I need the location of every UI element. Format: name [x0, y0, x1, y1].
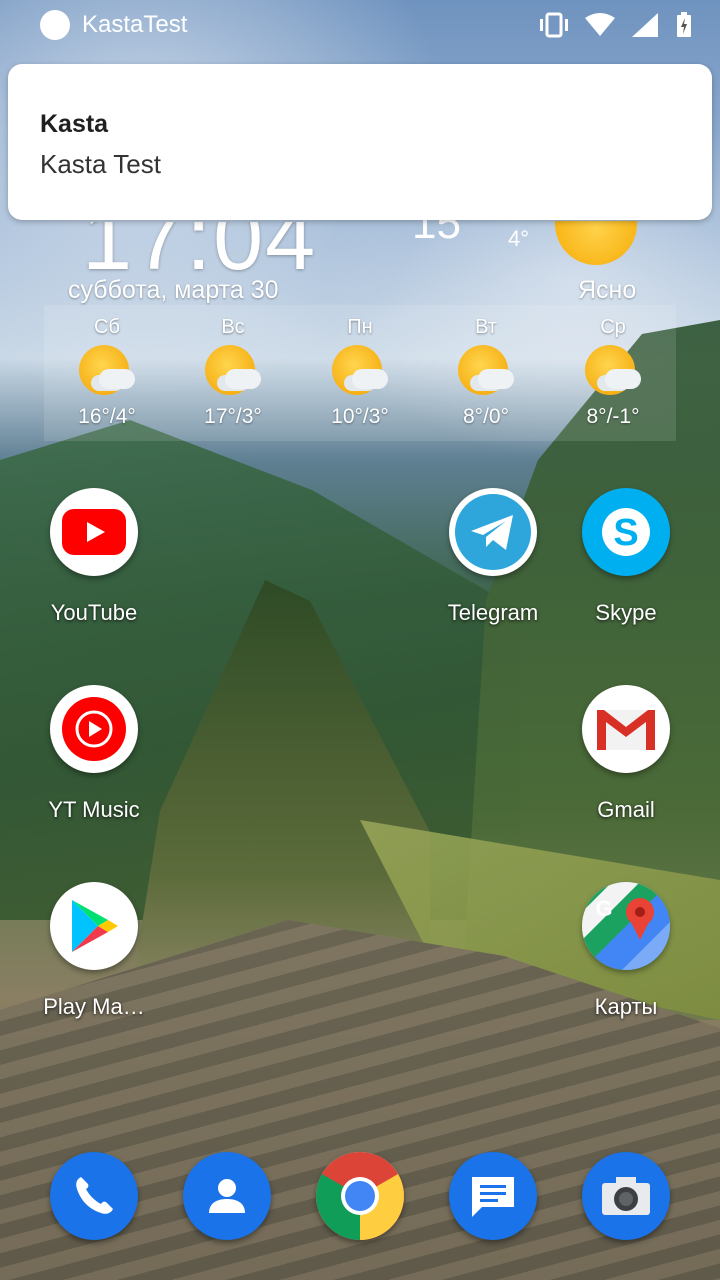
app-label: Карты: [594, 994, 658, 1019]
status-bar[interactable]: KastaTest: [0, 0, 720, 50]
app-label: Telegram: [447, 600, 539, 625]
contacts-icon[interactable]: [183, 1152, 271, 1240]
app-play-store[interactable]: Play Ma…: [24, 882, 164, 1020]
app-gmail[interactable]: Gmail: [556, 685, 696, 823]
notification-app-name: Kasta: [40, 110, 109, 138]
sun-cloud-icon: [203, 343, 263, 395]
forecast-day-label: Пн: [347, 316, 373, 338]
forecast-range: 10°/3°: [331, 405, 389, 428]
forecast-day: Ср 8°/-1°: [558, 316, 668, 429]
forecast-day: Вс 17°/3°: [178, 316, 288, 429]
status-notification-title: KastaTest: [82, 11, 188, 38]
notification-app-icon: [40, 10, 70, 40]
weather-condition: Ясно: [578, 276, 637, 304]
battery-charging-icon: [677, 12, 691, 37]
cellular-signal-icon: [632, 13, 658, 37]
forecast-range: 8°/0°: [463, 405, 509, 428]
app-label: Gmail: [597, 797, 655, 822]
yt-music-icon[interactable]: [50, 685, 138, 773]
sun-cloud-icon: [77, 343, 137, 395]
app-label: YT Music: [48, 797, 140, 822]
messages-icon[interactable]: [449, 1152, 537, 1240]
maps-icon[interactable]: G: [582, 882, 670, 970]
forecast-day: Сб 16°/4°: [52, 316, 162, 429]
wifi-icon: [585, 13, 615, 36]
heads-up-notification[interactable]: Kasta Kasta Test: [8, 64, 712, 220]
app-label: Skype: [595, 600, 657, 625]
app-skype[interactable]: S Skype: [556, 488, 696, 626]
forecast-range: 17°/3°: [204, 405, 262, 428]
app-telegram[interactable]: Telegram: [423, 488, 563, 626]
app-yt-music[interactable]: YT Music: [24, 685, 164, 823]
forecast-day-label: Вс: [221, 316, 245, 338]
gmail-icon[interactable]: [582, 685, 670, 773]
play-store-icon[interactable]: [50, 882, 138, 970]
forecast-day: Вт 8°/0°: [431, 316, 541, 429]
sun-cloud-icon: [583, 343, 643, 395]
sun-cloud-icon: [456, 343, 516, 395]
chrome-icon[interactable]: [316, 1152, 404, 1240]
forecast-day: Пн 10°/3°: [305, 316, 415, 429]
svg-text:G: G: [595, 896, 612, 921]
skype-icon[interactable]: S: [582, 488, 670, 576]
forecast-day-label: Ср: [600, 316, 626, 338]
app-youtube[interactable]: YouTube: [24, 488, 164, 626]
sun-icon: [555, 221, 637, 265]
app-maps[interactable]: G Карты: [556, 882, 696, 1020]
camera-icon[interactable]: [582, 1152, 670, 1240]
svg-text:S: S: [613, 512, 638, 554]
forecast-range: 8°/-1°: [586, 405, 640, 428]
forecast-day-label: Сб: [94, 316, 120, 338]
forecast-day-label: Вт: [475, 316, 497, 338]
vibrate-icon: [540, 12, 568, 38]
phone-icon[interactable]: [50, 1152, 138, 1240]
low-temperature: 4°: [508, 226, 530, 251]
app-label: Play Ma…: [43, 994, 145, 1019]
telegram-icon[interactable]: [449, 488, 537, 576]
notification-text: Kasta Test: [40, 149, 161, 179]
app-label: YouTube: [50, 600, 138, 625]
youtube-icon[interactable]: [50, 488, 138, 576]
sun-cloud-icon: [330, 343, 390, 395]
date-label: суббота, марта 30: [68, 276, 279, 304]
forecast-range: 16°/4°: [78, 405, 136, 428]
